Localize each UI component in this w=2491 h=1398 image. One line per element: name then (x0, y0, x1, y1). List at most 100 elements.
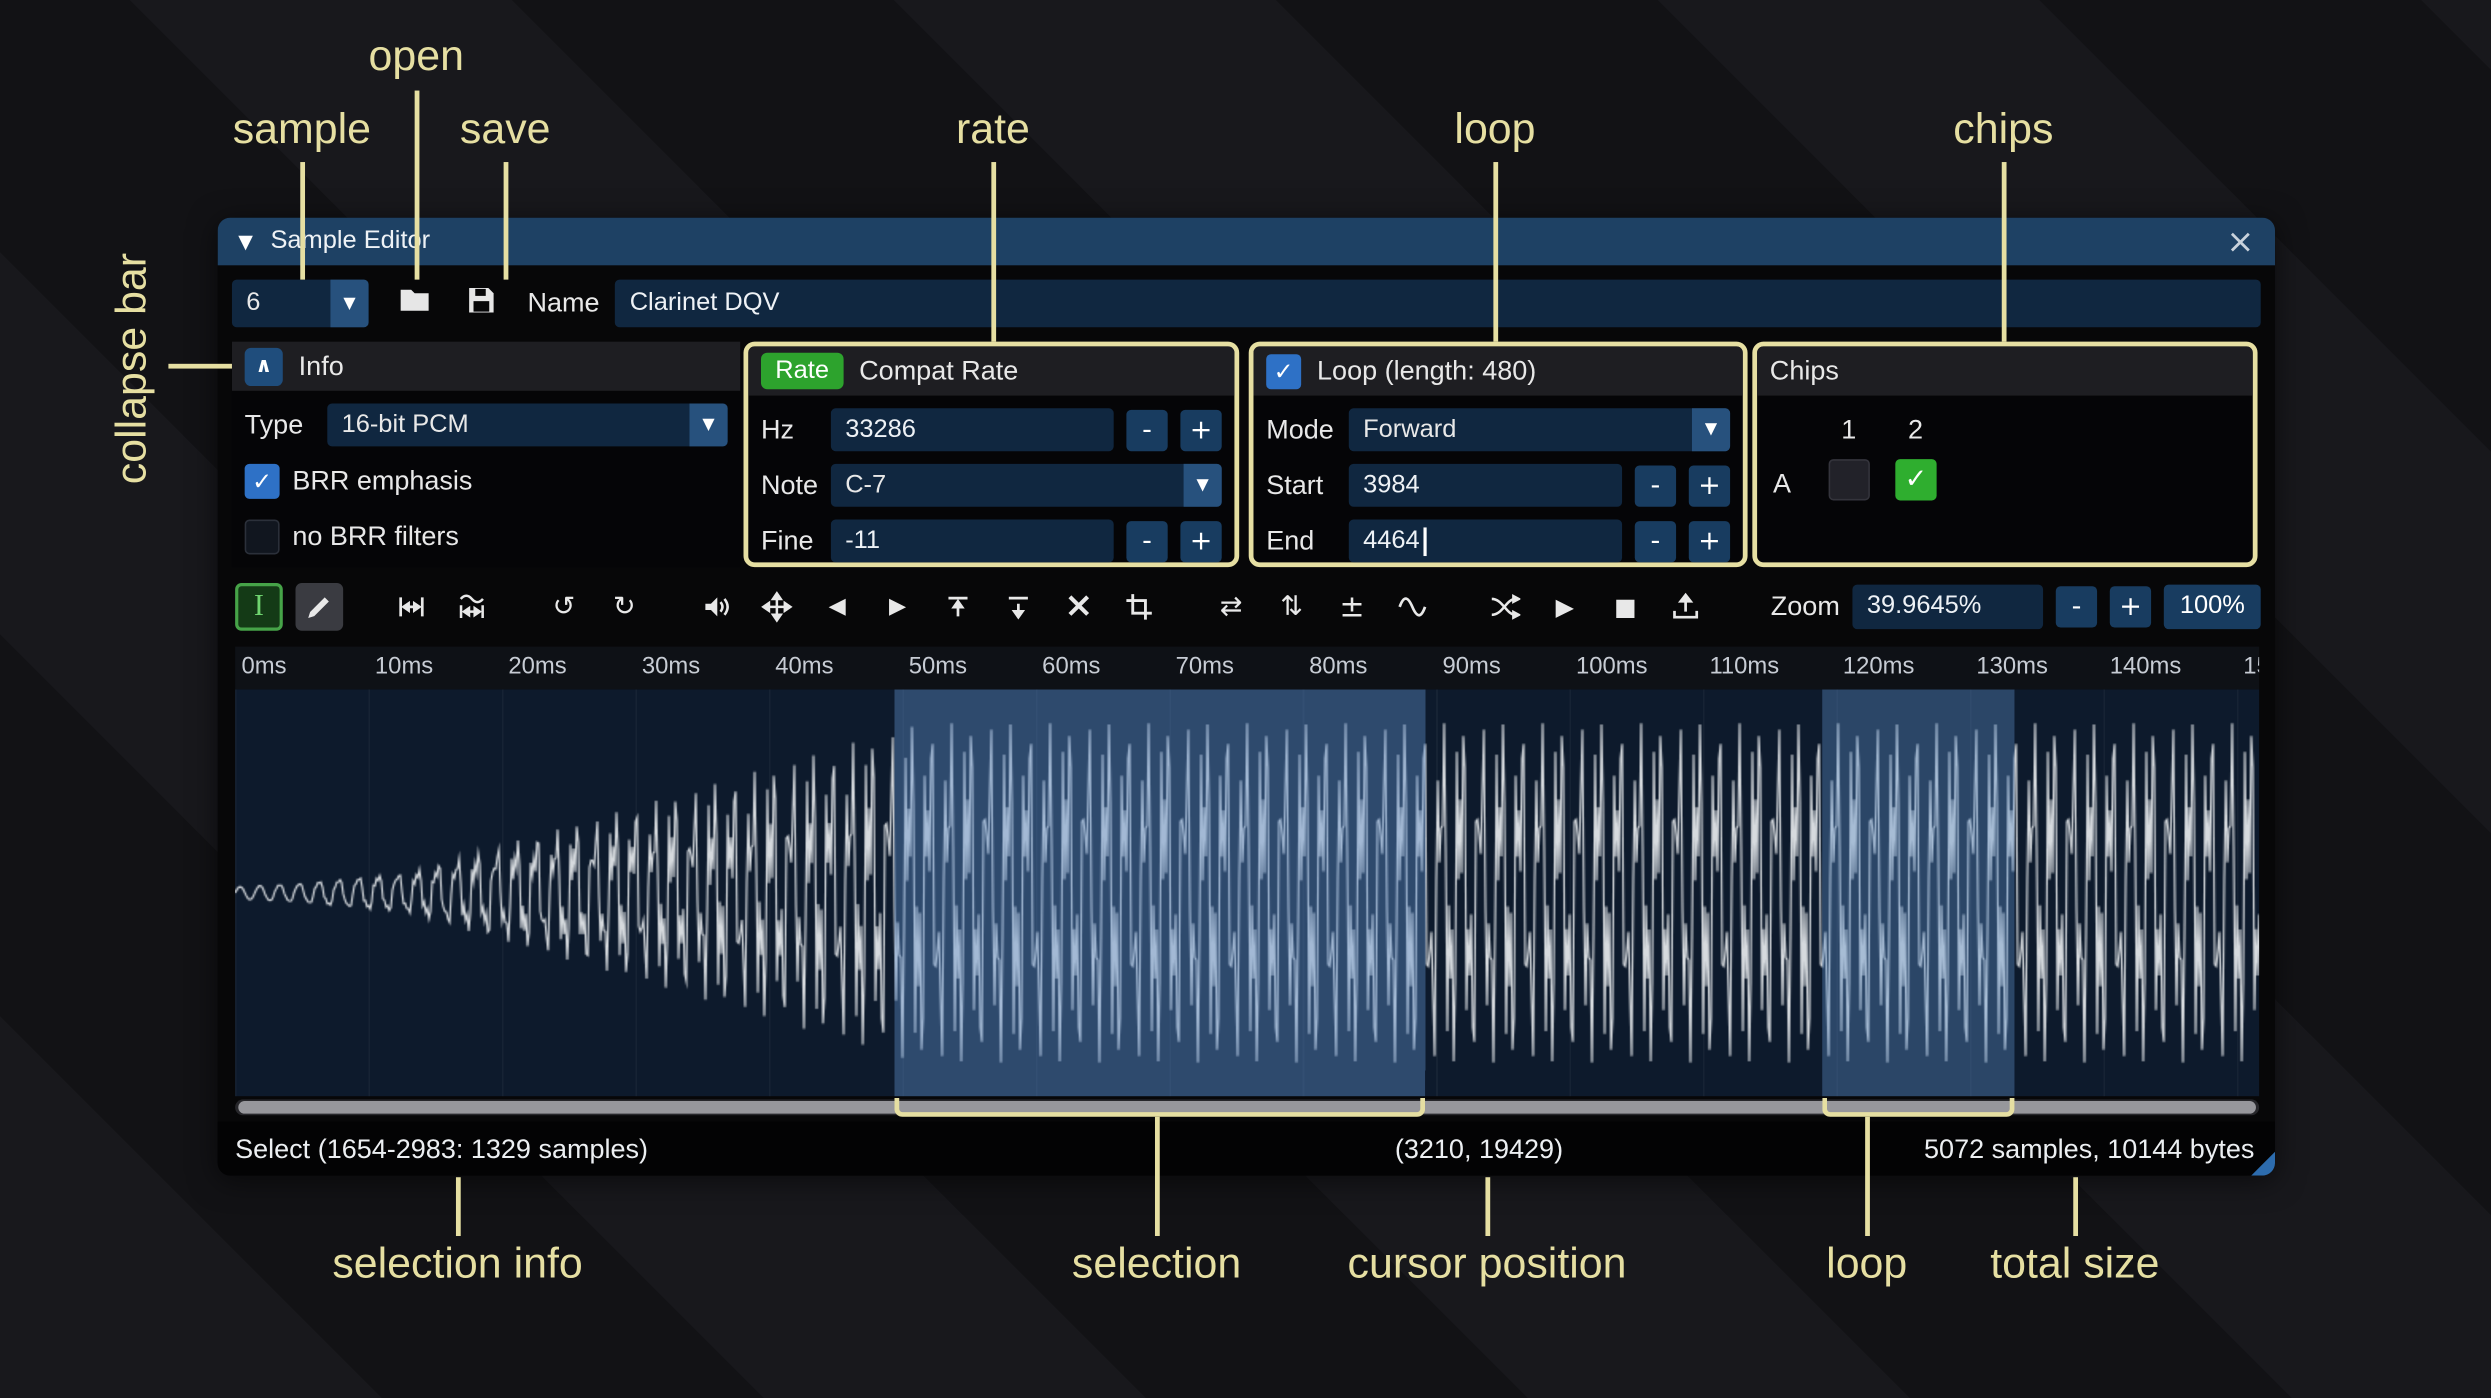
chevron-up-icon: ∧ (255, 354, 273, 379)
annotation-loop-top: loop (1454, 104, 1536, 153)
annotation-line-selection (1154, 1116, 1159, 1237)
ruler-tick: 140ms (2109, 652, 2182, 680)
hz-value: 33286 (845, 415, 916, 443)
annotation-line-chips (2000, 162, 2006, 342)
loop-end-input[interactable]: 4464 (1348, 519, 1623, 563)
stop-button[interactable]: ■ (1601, 582, 1649, 630)
ruler-tick: 0ms (241, 652, 287, 680)
annotation-line-selection-info (455, 1177, 460, 1237)
zoom-label: Zoom (1770, 590, 1840, 621)
fade-in-button[interactable]: ◀ (813, 582, 861, 630)
resample-icon (459, 593, 484, 618)
chip-2-checkbox[interactable]: ✓ (1895, 459, 1937, 501)
zoom-in-button[interactable]: + (2109, 585, 2152, 627)
window-resize-grip[interactable] (2251, 1151, 2276, 1176)
resample-button[interactable] (448, 582, 496, 630)
fine-decrement-button[interactable]: - (1126, 520, 1168, 562)
chip-row-a-label: A (1772, 468, 1792, 499)
loop-header-label: Loop (length: 480) (1317, 355, 1537, 386)
annotation-selection: selection (1071, 1239, 1242, 1287)
insert-silence-button[interactable] (934, 582, 982, 630)
loop-start-decrement-button[interactable]: - (1634, 464, 1677, 507)
create-wavetable-button[interactable] (1662, 582, 1710, 630)
delete-button[interactable]: × (1055, 582, 1103, 630)
info-header-label: Info (298, 350, 344, 381)
undo-button[interactable]: ↺ (540, 582, 588, 630)
text-caret (1422, 526, 1427, 556)
redo-button[interactable]: ↻ (601, 582, 649, 630)
fade-out-button[interactable]: ▶ (874, 582, 922, 630)
loop-panel: ✓ Loop (length: 480) Mode Forward ▼ Star… (1248, 341, 1748, 568)
ruler-tick: 120ms (1842, 652, 1915, 680)
play-button[interactable]: ▶ (1541, 582, 1589, 630)
window-title: Sample Editor (270, 227, 431, 255)
check-icon: ✓ (252, 466, 273, 495)
zoom-out-button[interactable]: - (2055, 585, 2098, 627)
edit-cursor-button[interactable]: I (235, 582, 283, 630)
ruler-tick: 10ms (374, 652, 434, 680)
no-brr-filters-checkbox[interactable] (244, 518, 280, 554)
hz-increment-button[interactable]: + (1180, 409, 1222, 451)
time-ruler[interactable]: 0ms 10ms 20ms 30ms 40ms 50ms 60ms 70ms 8… (235, 646, 2260, 690)
chip-1-checkbox[interactable] (1828, 459, 1870, 501)
loop-mode-select[interactable]: Forward ▼ (1348, 408, 1731, 452)
annotation-line-loop-bottom (1864, 1116, 1870, 1237)
annotation-line-save (502, 162, 508, 280)
no-brr-filters-label: no BRR filters (292, 520, 459, 551)
loop-start-input[interactable]: 3984 (1348, 463, 1623, 507)
loop-end-increment-button[interactable]: + (1688, 520, 1731, 562)
save-button[interactable] (458, 280, 506, 328)
loop-mode-label: Mode (1266, 413, 1334, 445)
loop-end-value: 4464 (1363, 526, 1420, 554)
normalize-button[interactable] (753, 582, 801, 630)
rate-header-label: Compat Rate (859, 355, 1019, 386)
rate-button[interactable]: Rate (760, 352, 844, 390)
brr-emphasis-checkbox[interactable]: ✓ (244, 463, 280, 499)
zoom-value: 39.9645% (1866, 591, 1982, 619)
crossfade-button[interactable] (1481, 582, 1529, 630)
sample-type-value: 16-bit PCM (341, 410, 469, 438)
sign-button[interactable]: ± (1328, 582, 1376, 630)
open-button[interactable] (391, 280, 439, 328)
hz-decrement-button[interactable]: - (1126, 409, 1168, 451)
chevron-down-icon: ▼ (330, 279, 369, 328)
hz-input[interactable]: 33286 (830, 408, 1114, 452)
amplify-button[interactable] (693, 582, 741, 630)
fine-input[interactable]: -11 (830, 519, 1114, 563)
zoom-input[interactable]: 39.9645% (1852, 583, 2044, 629)
sample-number-select[interactable]: 6 ▼ (231, 279, 369, 328)
chevron-down-icon: ▼ (1691, 408, 1731, 452)
annotation-loop-bottom: loop (1826, 1239, 1908, 1287)
rate-panel: Rate Compat Rate Hz 33286 - + Note C-7 ▼… (743, 341, 1240, 568)
crop-icon (1126, 593, 1152, 619)
zoom-reset-button[interactable]: 100% (2163, 583, 2261, 629)
name-value: Clarinet DQV (629, 289, 780, 317)
filter-button[interactable] (1389, 582, 1437, 630)
note-select[interactable]: C-7 ▼ (830, 463, 1222, 507)
waveform-view[interactable] (235, 689, 2260, 1097)
apply-silence-button[interactable] (995, 582, 1043, 630)
folder-icon (397, 282, 432, 325)
invert-button[interactable]: ⇅ (1268, 582, 1316, 630)
draw-button[interactable] (295, 582, 344, 630)
loop-start-increment-button[interactable]: + (1688, 464, 1731, 507)
titlebar[interactable]: ▼ Sample Editor × (217, 217, 2276, 266)
annotation-line-collapse-bar (168, 363, 232, 369)
fine-increment-button[interactable]: + (1180, 520, 1222, 562)
ruler-tick: 110ms (1709, 652, 1780, 680)
sample-type-select[interactable]: 16-bit PCM ▼ (327, 403, 728, 447)
collapse-bar[interactable]: ∧ Info (231, 341, 741, 391)
collapse-section-button[interactable]: ∧ (244, 347, 283, 386)
close-icon[interactable]: × (2226, 224, 2254, 258)
loop-enable-checkbox[interactable]: ✓ (1266, 353, 1302, 389)
reverse-button[interactable]: ⇄ (1207, 582, 1255, 630)
loop-mode-value: Forward (1363, 415, 1457, 443)
name-input[interactable]: Clarinet DQV (615, 279, 2261, 328)
resize-button[interactable] (388, 582, 436, 630)
window-collapse-icon[interactable]: ▼ (238, 230, 253, 252)
chip-column-1-label: 1 (1841, 414, 1857, 445)
loop-end-decrement-button[interactable]: - (1634, 520, 1677, 562)
annotation-line-open (413, 90, 419, 280)
loop-region (1822, 689, 2015, 1097)
trim-button[interactable] (1115, 582, 1163, 630)
